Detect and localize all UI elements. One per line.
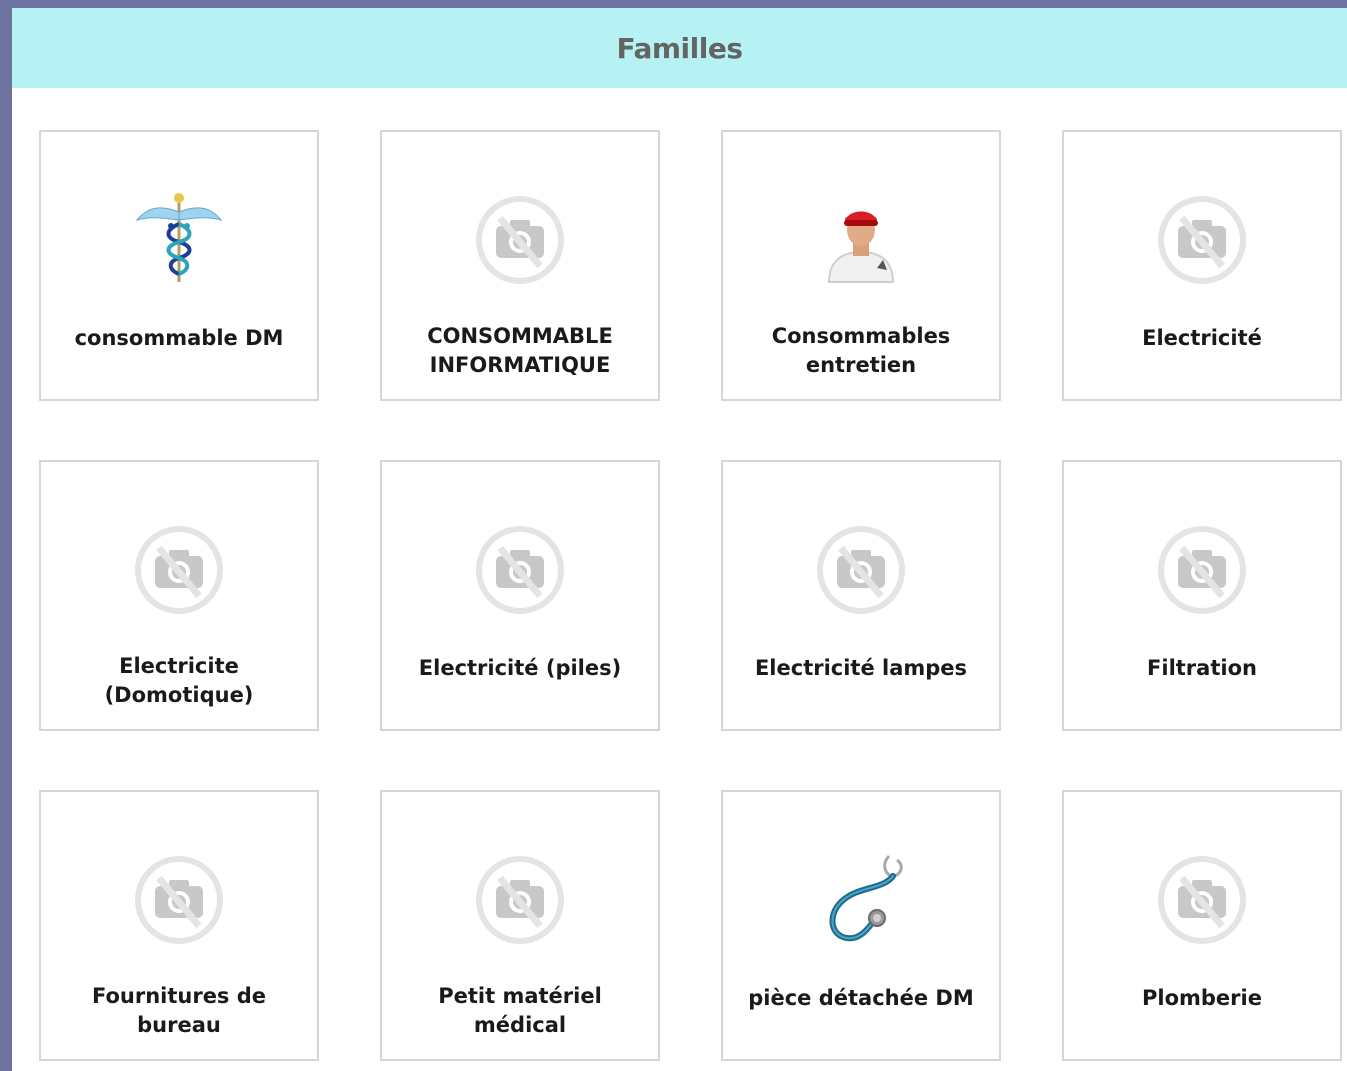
caduceus-icon xyxy=(129,190,229,290)
family-label: pièce détachée DM xyxy=(748,986,974,1010)
page-title: Familles xyxy=(616,31,743,65)
no-image-icon xyxy=(1152,520,1252,620)
cleaner-person-icon xyxy=(811,190,911,290)
family-label: Consommables entretien xyxy=(771,324,951,377)
family-label: Electricite (Domotique) xyxy=(104,654,254,707)
no-image-icon xyxy=(1152,190,1252,290)
family-tile-electricite-domotique[interactable]: Electricite (Domotique) xyxy=(39,460,319,731)
family-tile-consommable-informatique[interactable]: CONSOMMABLE INFORMATIQUE xyxy=(380,130,660,401)
family-tile-electricite[interactable]: Electricité xyxy=(1062,130,1342,401)
family-label: Electricité lampes xyxy=(754,656,968,680)
families-grid: consommable DM CONSOMMABLE INFORMATIQUE xyxy=(39,130,1342,1061)
no-image-icon xyxy=(129,850,229,950)
family-tile-filtration[interactable]: Filtration xyxy=(1062,460,1342,731)
family-label: Plomberie xyxy=(1142,986,1262,1010)
family-tile-electricite-piles[interactable]: Electricité (piles) xyxy=(380,460,660,731)
family-tile-consommable-dm[interactable]: consommable DM xyxy=(39,130,319,401)
family-tile-piece-detachee-dm[interactable]: pièce détachée DM xyxy=(721,790,1001,1061)
no-image-icon xyxy=(129,520,229,620)
family-tile-plomberie[interactable]: Plomberie xyxy=(1062,790,1342,1061)
family-tile-fournitures-de-bureau[interactable]: Fournitures de bureau xyxy=(39,790,319,1061)
family-tile-consommables-entretien[interactable]: Consommables entretien xyxy=(721,130,1001,401)
no-image-icon xyxy=(470,190,570,290)
family-label: Electricité xyxy=(1142,326,1262,350)
stethoscope-icon xyxy=(811,850,911,950)
header-bar: Familles xyxy=(12,8,1347,88)
no-image-icon xyxy=(1152,850,1252,950)
family-tile-electricite-lampes[interactable]: Electricité lampes xyxy=(721,460,1001,731)
family-label: Electricité (piles) xyxy=(418,656,622,680)
no-image-icon xyxy=(470,520,570,620)
no-image-icon xyxy=(811,520,911,620)
family-label: Fournitures de bureau xyxy=(91,984,267,1037)
family-label: Petit matériel médical xyxy=(438,984,602,1037)
families-panel: Familles consommable DM CONSOMMABLE INFO… xyxy=(12,8,1347,1071)
family-tile-petit-materiel-medical[interactable]: Petit matériel médical xyxy=(380,790,660,1061)
family-label: consommable DM xyxy=(74,326,284,350)
family-label: CONSOMMABLE INFORMATIQUE xyxy=(427,324,613,377)
family-label: Filtration xyxy=(1147,656,1257,680)
no-image-icon xyxy=(470,850,570,950)
